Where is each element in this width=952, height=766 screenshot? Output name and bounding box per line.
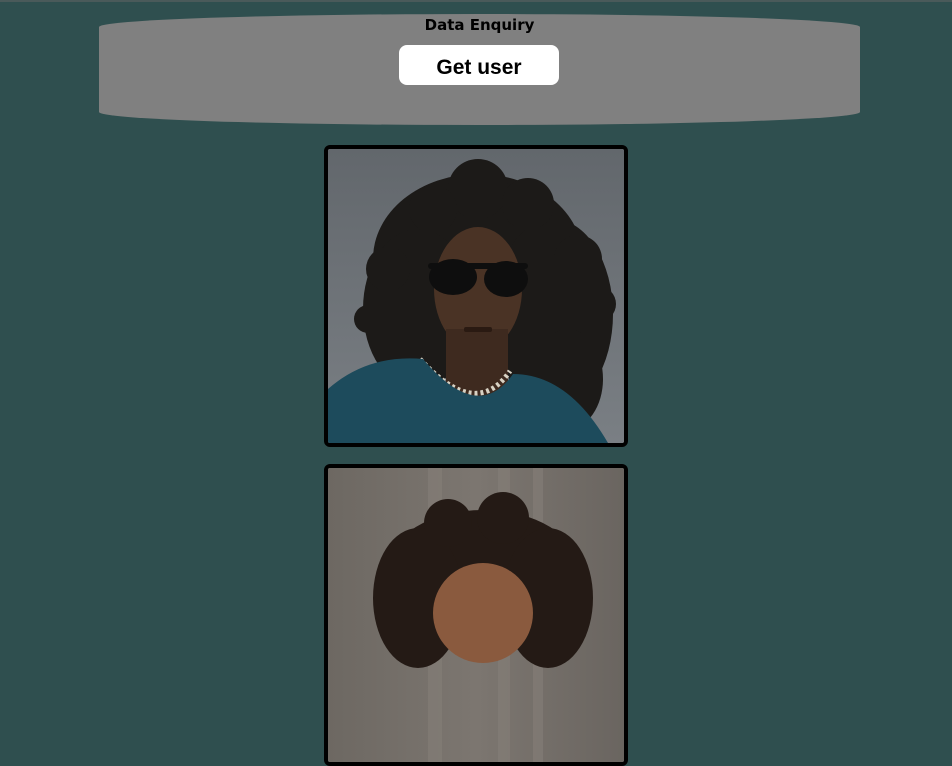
get-user-button[interactable]: Get user xyxy=(399,45,559,85)
window-top-edge xyxy=(0,0,952,2)
user-photo xyxy=(328,149,624,443)
user-photo xyxy=(328,468,624,762)
page-title: Data Enquiry xyxy=(424,16,535,34)
user-card xyxy=(324,145,628,447)
data-enquiry-header: Data Enquiry Get user xyxy=(99,14,860,125)
user-card xyxy=(324,464,628,766)
